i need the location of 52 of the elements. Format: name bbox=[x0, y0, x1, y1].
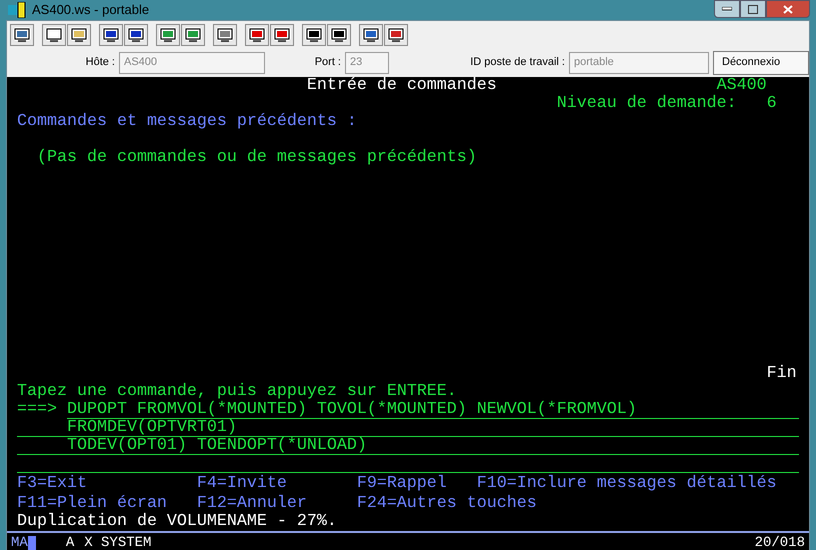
toolbar-button[interactable] bbox=[384, 24, 408, 46]
system-name: AS400 bbox=[716, 76, 767, 94]
cursor-block bbox=[28, 536, 36, 550]
field-input[interactable]: 23 bbox=[345, 52, 389, 74]
function-key-hint: F9=Rappel bbox=[356, 474, 447, 492]
toolbar-button[interactable] bbox=[99, 24, 123, 46]
cursor-position: 20/018 bbox=[754, 534, 805, 550]
toolbar-button[interactable] bbox=[156, 24, 180, 46]
toolbar-button[interactable] bbox=[302, 24, 326, 46]
function-key-hint: F3=Exit bbox=[17, 474, 87, 492]
maximize-button[interactable] bbox=[740, 0, 766, 18]
mode-indicator: MA bbox=[11, 534, 28, 550]
minimize-button[interactable] bbox=[714, 0, 740, 18]
field-input[interactable]: portable bbox=[569, 52, 709, 74]
command-arrow: ===> bbox=[17, 400, 57, 418]
disconnect-button[interactable]: Déconnexio bbox=[713, 50, 809, 74]
maximize-icon bbox=[748, 4, 758, 14]
empty-history-message: (Pas de commandes ou de messages précédents) bbox=[36, 148, 477, 166]
function-key-hint: F24=Autres touches bbox=[356, 494, 537, 512]
system-indicator: X SYSTEM bbox=[84, 534, 152, 550]
more-indicator: Fin bbox=[766, 364, 797, 382]
window-title: AS400.ws - portable bbox=[32, 1, 150, 19]
level-value: 6 bbox=[766, 94, 777, 112]
field-label: ID poste de travail : bbox=[469, 55, 566, 70]
field-input[interactable]: AS400 bbox=[119, 52, 265, 74]
display-icon bbox=[14, 26, 30, 42]
field-label: Hôte : bbox=[84, 55, 116, 70]
function-key-hint: F12=Annuler bbox=[196, 494, 307, 512]
toolbar-button[interactable] bbox=[124, 24, 148, 46]
toolbar-button[interactable] bbox=[181, 24, 205, 46]
section-title: Commandes et messages précédents : bbox=[17, 112, 357, 130]
function-key-hint: F4=Invite bbox=[196, 474, 287, 492]
toolbar-button[interactable] bbox=[42, 24, 66, 46]
toolbar-button[interactable] bbox=[359, 24, 383, 46]
close-button[interactable] bbox=[766, 0, 810, 18]
prompt-text: Tapez une commande, puis appuyez sur ENTREE. bbox=[17, 382, 457, 400]
minimize-icon bbox=[722, 7, 732, 11]
function-key-hint: F10=Inclure messages détaillés bbox=[476, 474, 777, 492]
level-label: Niveau de demande: bbox=[556, 94, 737, 112]
toolbar-button[interactable] bbox=[245, 24, 269, 46]
toolbar-button[interactable] bbox=[270, 24, 294, 46]
session-indicator: A bbox=[66, 534, 74, 550]
screen-title: Entrée de commandes bbox=[306, 76, 497, 94]
toolbar-button[interactable] bbox=[327, 24, 351, 46]
close-icon bbox=[783, 4, 793, 14]
status-message: Duplication de VOLUMENAME - 27%. bbox=[17, 512, 337, 530]
field-label: Port : bbox=[314, 55, 342, 70]
toolbar-button[interactable] bbox=[10, 24, 34, 46]
function-key-hint: F11=Plein écran bbox=[17, 494, 167, 512]
app-icon bbox=[8, 2, 26, 18]
toolbar-button[interactable] bbox=[67, 24, 91, 46]
toolbar-button[interactable] bbox=[213, 24, 237, 46]
